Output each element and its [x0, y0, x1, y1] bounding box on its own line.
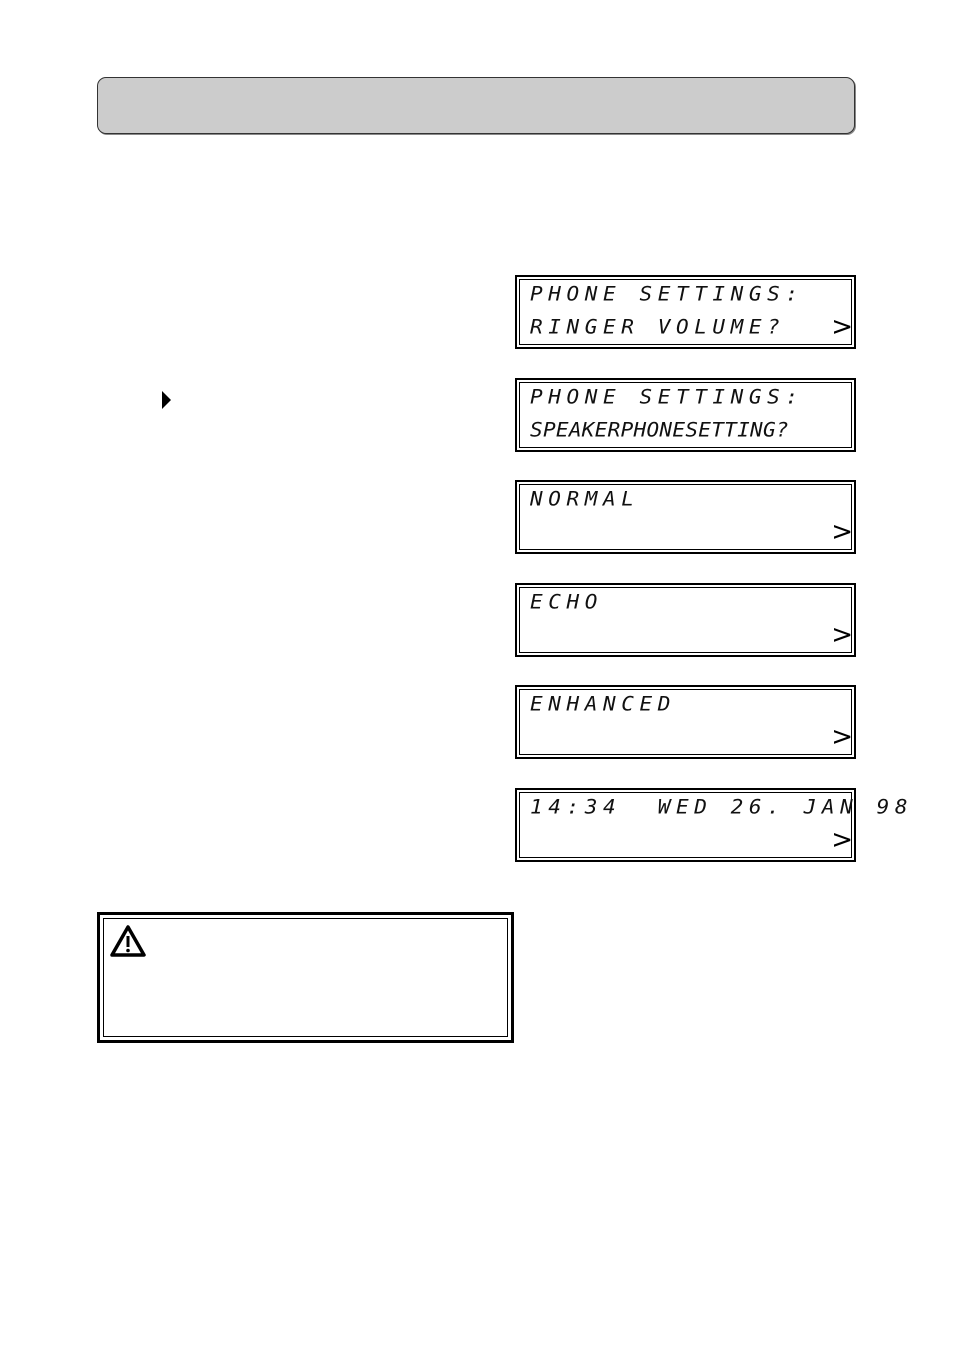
lcd-next-arrow-icon: >	[831, 312, 853, 342]
lcd-display-normal: NORMAL >	[515, 480, 856, 554]
lcd-display-idle-clock: 14:34 WED 26. JAN 98 >	[515, 788, 914, 862]
lcd-line-1: ECHO	[530, 590, 603, 614]
warning-box	[97, 912, 514, 1043]
lcd-line-1: ENHANCED	[530, 692, 676, 716]
lcd-display-phone-settings-ringer: PHONE SETTINGS: RINGER VOLUME? >	[515, 275, 856, 349]
lcd-line-2: RINGER VOLUME?	[530, 315, 786, 339]
lcd-line-2: SPEAKERPHONESETTING?	[530, 418, 789, 442]
warning-inner-frame	[103, 918, 508, 1037]
lcd-display-enhanced: ENHANCED >	[515, 685, 856, 759]
lcd-display-phone-settings-speakerphone: PHONE SETTINGS: SPEAKERPHONESETTING?	[515, 378, 856, 452]
lcd-next-arrow-icon: >	[831, 722, 853, 752]
lcd-line-1: 14:34 WED 26. JAN 98	[530, 795, 914, 819]
lcd-next-arrow-icon: >	[831, 620, 853, 650]
lcd-display-echo: ECHO >	[515, 583, 856, 657]
warning-triangle-icon	[110, 925, 146, 957]
lcd-line-1: PHONE SETTINGS:	[530, 385, 804, 409]
section-header-bar	[97, 77, 855, 134]
right-pointer-triangle-icon	[162, 391, 171, 409]
lcd-next-arrow-icon: >	[831, 825, 853, 855]
lcd-line-1: PHONE SETTINGS:	[530, 282, 804, 306]
lcd-line-1: NORMAL	[530, 487, 640, 511]
lcd-next-arrow-icon: >	[831, 517, 853, 547]
